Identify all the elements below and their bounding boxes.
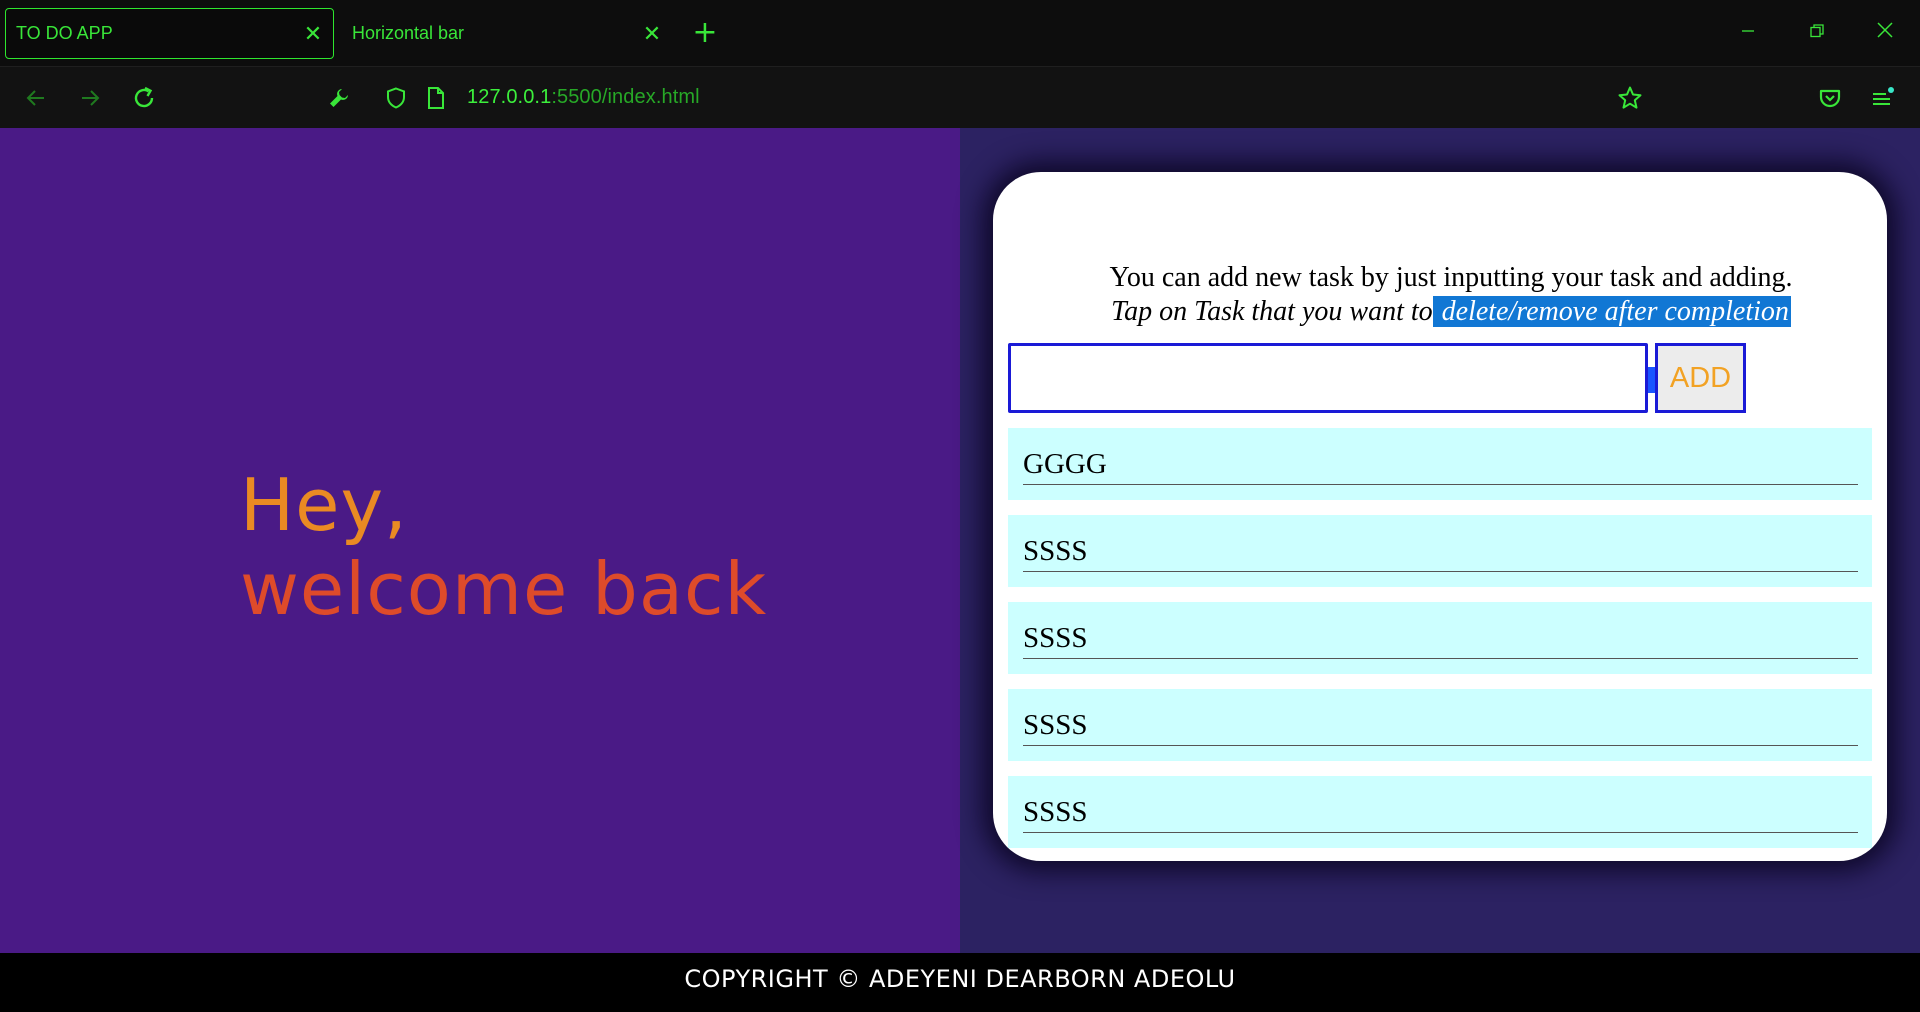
pocket-button[interactable] [1807,67,1853,129]
task-item[interactable]: GGGG [1008,428,1872,500]
back-button[interactable] [13,67,59,129]
pocket-icon [1819,89,1841,108]
greeting-line-2: welcome back [240,547,768,631]
wrench-icon [330,89,348,107]
task-item[interactable]: SSSS [1008,776,1872,848]
task-item[interactable]: SSSS [1008,602,1872,674]
greeting-line-1: Hey, [240,463,408,547]
task-text: SSSS [1023,704,1858,746]
navigation-toolbar: 127.0.0.1:5500/index.html [0,66,1920,128]
site-tools-button[interactable] [316,67,362,129]
task-text: SSSS [1023,791,1858,833]
bookmark-button[interactable] [1607,67,1653,129]
bookmark-star-icon [1618,86,1642,109]
app-menu-button[interactable] [1860,67,1906,129]
page-icon [428,87,444,109]
welcome-panel: Hey, welcome back [0,128,960,953]
tab-title: Horizontal bar [352,23,465,43]
menu-icon [1873,87,1894,105]
instructions: You can add new task by just inputting y… [993,261,1887,329]
task-text: SSSS [1023,530,1858,572]
minimize-icon [1742,30,1754,32]
shield-icon [387,87,405,109]
page-info-button[interactable] [416,67,456,129]
task-text: SSSS [1023,617,1858,659]
new-tab-button[interactable]: + [688,14,722,52]
url-host: 127.0.0.1 [467,86,552,108]
welcome-heading: Hey, welcome back [240,463,767,631]
reload-button[interactable] [121,67,167,129]
task-item[interactable]: SSSS [1008,689,1872,761]
todo-card: You can add new task by just inputting y… [993,172,1887,861]
close-window-button[interactable] [1861,14,1909,52]
instruction-prefix: Tap on Task that you want to [1111,296,1433,327]
minimize-button[interactable] [1724,14,1772,52]
task-input[interactable] [1008,343,1648,413]
task-text: GGGG [1023,443,1858,485]
task-item[interactable]: SSSS [1008,515,1872,587]
instruction-highlight: delete/remove after completion [1432,296,1791,327]
tab-todo-app[interactable]: TO DO APP ✕ [5,8,334,59]
restore-icon [1810,24,1824,38]
forward-button[interactable] [67,67,113,129]
address-bar[interactable]: 127.0.0.1:5500/index.html [467,86,700,112]
tracking-protection-button[interactable] [373,67,419,129]
tab-close-icon[interactable]: ✕ [632,22,672,45]
instruction-line-2: Tap on Task that you want to delete/remo… [993,295,1887,329]
tab-close-icon[interactable]: ✕ [293,22,333,45]
tab-strip: TO DO APP ✕ Horizontal bar ✕ + [0,0,1920,66]
tab-horizontal-bar[interactable]: Horizontal bar ✕ [342,8,672,59]
url-path: :5500/index.html [551,86,700,108]
back-arrow-icon [26,90,44,106]
forward-arrow-icon [82,90,100,106]
reload-icon [134,86,154,108]
restore-button[interactable] [1793,14,1841,52]
footer: COPYRIGHT © ADEYENI DEARBORN ADEOLU [0,953,1920,1012]
task-list: GGGG SSSS SSSS SSSS SSSS [1008,428,1872,861]
instruction-line-1: You can add new task by just inputting y… [1109,262,1793,293]
add-button[interactable]: ADD [1655,343,1746,413]
tab-title: TO DO APP [16,23,113,43]
close-icon [1877,22,1893,38]
